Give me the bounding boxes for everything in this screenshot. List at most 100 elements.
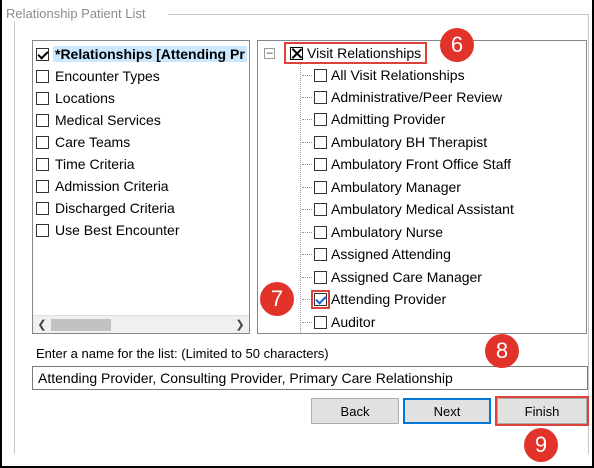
tree-item-label: Ambulatory Medical Assistant [331,201,514,217]
list-name-input[interactable] [32,366,588,390]
checkbox[interactable] [36,179,49,193]
checkbox-checked[interactable] [311,289,330,309]
checkbox[interactable] [314,68,327,82]
checkbox[interactable] [36,47,49,61]
criteria-list[interactable]: *Relationships [Attending Pr Encounter T… [32,40,250,334]
next-button[interactable]: Next [403,398,491,424]
tree-item-administrative-peer-review[interactable]: Administrative/Peer Review [302,86,502,108]
tree-branch [302,118,312,120]
tree-item-ambulatory-nurse[interactable]: Ambulatory Nurse [302,221,443,243]
checkbox[interactable] [314,180,327,194]
tree-item-label: Attending Provider [331,291,447,307]
tree-item-label: Ambulatory Front Office Staff [331,156,512,172]
tree-branch [302,298,312,300]
checkbox[interactable] [36,157,49,171]
tree-branch [302,253,312,255]
tree-item-label: Admitting Provider [331,111,446,127]
criteria-item-medical-services[interactable]: Medical Services [36,109,163,131]
tree-item-label: Assigned Attending [331,246,451,262]
tree-item-label: Ambulatory Manager [331,179,461,195]
tree-item-attending-provider[interactable]: Attending Provider [302,288,446,310]
tree-item-assigned-attending[interactable]: Assigned Attending [302,243,451,265]
horizontal-scrollbar[interactable]: ❮ ❯ [33,315,249,333]
checkbox[interactable] [314,157,327,171]
list-name-label: Enter a name for the list: (Limited to 5… [36,346,329,361]
step-badge-8: 8 [485,334,519,368]
tree-item-admitting-provider[interactable]: Admitting Provider [302,108,445,130]
checkbox[interactable] [36,113,49,127]
scroll-thumb[interactable] [51,319,111,331]
criteria-item-label: Encounter Types [55,68,160,84]
criteria-item-label: Locations [55,90,115,106]
checkbox[interactable] [36,223,49,237]
tree-item-label: Ambulatory BH Therapist [331,134,488,150]
tree-branch [302,208,312,210]
criteria-item-label: Care Teams [55,134,131,150]
criteria-item-label: Time Criteria [55,156,135,172]
dialog-frame: Relationship Patient List *Relationships… [0,0,594,468]
tree-branch [302,276,312,278]
tree-branch [302,321,312,323]
checkbox[interactable] [314,112,327,126]
tree-branch [302,141,312,143]
tree-item-ambulatory-front-office-staff[interactable]: Ambulatory Front Office Staff [302,153,511,175]
tree-branch [302,74,312,76]
tree-root-label: Visit Relationships [307,45,422,61]
tree-item-label: All Visit Relationships [331,67,465,83]
checkbox[interactable] [314,135,327,149]
checkbox[interactable] [314,315,327,329]
finish-button[interactable]: Finish [497,398,587,424]
tree-item-assigned-care-manager[interactable]: Assigned Care Manager [302,266,482,288]
criteria-item-care-teams[interactable]: Care Teams [36,131,132,153]
tree-branch [302,96,312,98]
back-button[interactable]: Back [311,398,399,424]
criteria-item-label: *Relationships [Attending Pr [53,46,247,62]
tree-branch [302,186,312,188]
criteria-item-label: Use Best Encounter [55,222,180,238]
checkbox[interactable] [314,90,327,104]
criteria-item-label: Medical Services [55,112,161,128]
tree-item-label: Ambulatory Nurse [331,224,444,240]
criteria-item-label: Admission Criteria [55,178,169,194]
tree-item-label: Auditor [331,314,376,330]
criteria-item-label: Discharged Criteria [55,200,175,216]
tree-branch [302,231,312,233]
checkbox[interactable] [314,225,327,239]
checkbox-partial[interactable] [290,46,303,60]
checkbox[interactable] [314,247,327,261]
collapse-icon[interactable]: – [264,48,275,59]
step-badge-7: 7 [260,282,294,316]
criteria-item-admission-criteria[interactable]: Admission Criteria [36,175,171,197]
tree-item-all-visit-relationships[interactable]: All Visit Relationships [302,64,465,86]
tree-branch [302,163,312,165]
tree-item-auditor[interactable]: Auditor [302,311,375,333]
checkbox[interactable] [314,270,327,284]
step-badge-9: 9 [524,428,558,462]
checkbox[interactable] [36,135,49,149]
group-border-top [168,14,588,15]
tree-item-label: Assigned Care Manager [331,269,482,285]
criteria-item-time-criteria[interactable]: Time Criteria [36,153,137,175]
tree-connector [300,63,301,333]
criteria-item-discharged-criteria[interactable]: Discharged Criteria [36,197,177,219]
tree-root-visit-relationships[interactable]: Visit Relationships [284,42,428,64]
checkbox[interactable] [36,69,49,83]
tree-item-label: Administrative/Peer Review [331,89,503,105]
scroll-left-icon[interactable]: ❮ [35,318,49,332]
criteria-item-relationships[interactable]: *Relationships [Attending Pr [36,43,247,65]
relationships-tree[interactable]: – Visit Relationships All Visit Relation… [257,40,587,334]
tree-item-ambulatory-manager[interactable]: Ambulatory Manager [302,176,461,198]
step-badge-6: 6 [440,28,474,62]
checkbox[interactable] [314,202,327,216]
criteria-item-use-best-encounter[interactable]: Use Best Encounter [36,219,182,241]
tree-item-ambulatory-bh-therapist[interactable]: Ambulatory BH Therapist [302,131,487,153]
tree-item-ambulatory-medical-assistant[interactable]: Ambulatory Medical Assistant [302,198,514,220]
checkbox[interactable] [36,91,49,105]
scroll-right-icon[interactable]: ❯ [233,318,247,332]
criteria-item-encounter-types[interactable]: Encounter Types [36,65,162,87]
group-border-right [588,14,589,454]
group-title: Relationship Patient List [6,6,150,21]
criteria-item-locations[interactable]: Locations [36,87,117,109]
checkbox[interactable] [36,201,49,215]
group-border-left [14,14,15,454]
